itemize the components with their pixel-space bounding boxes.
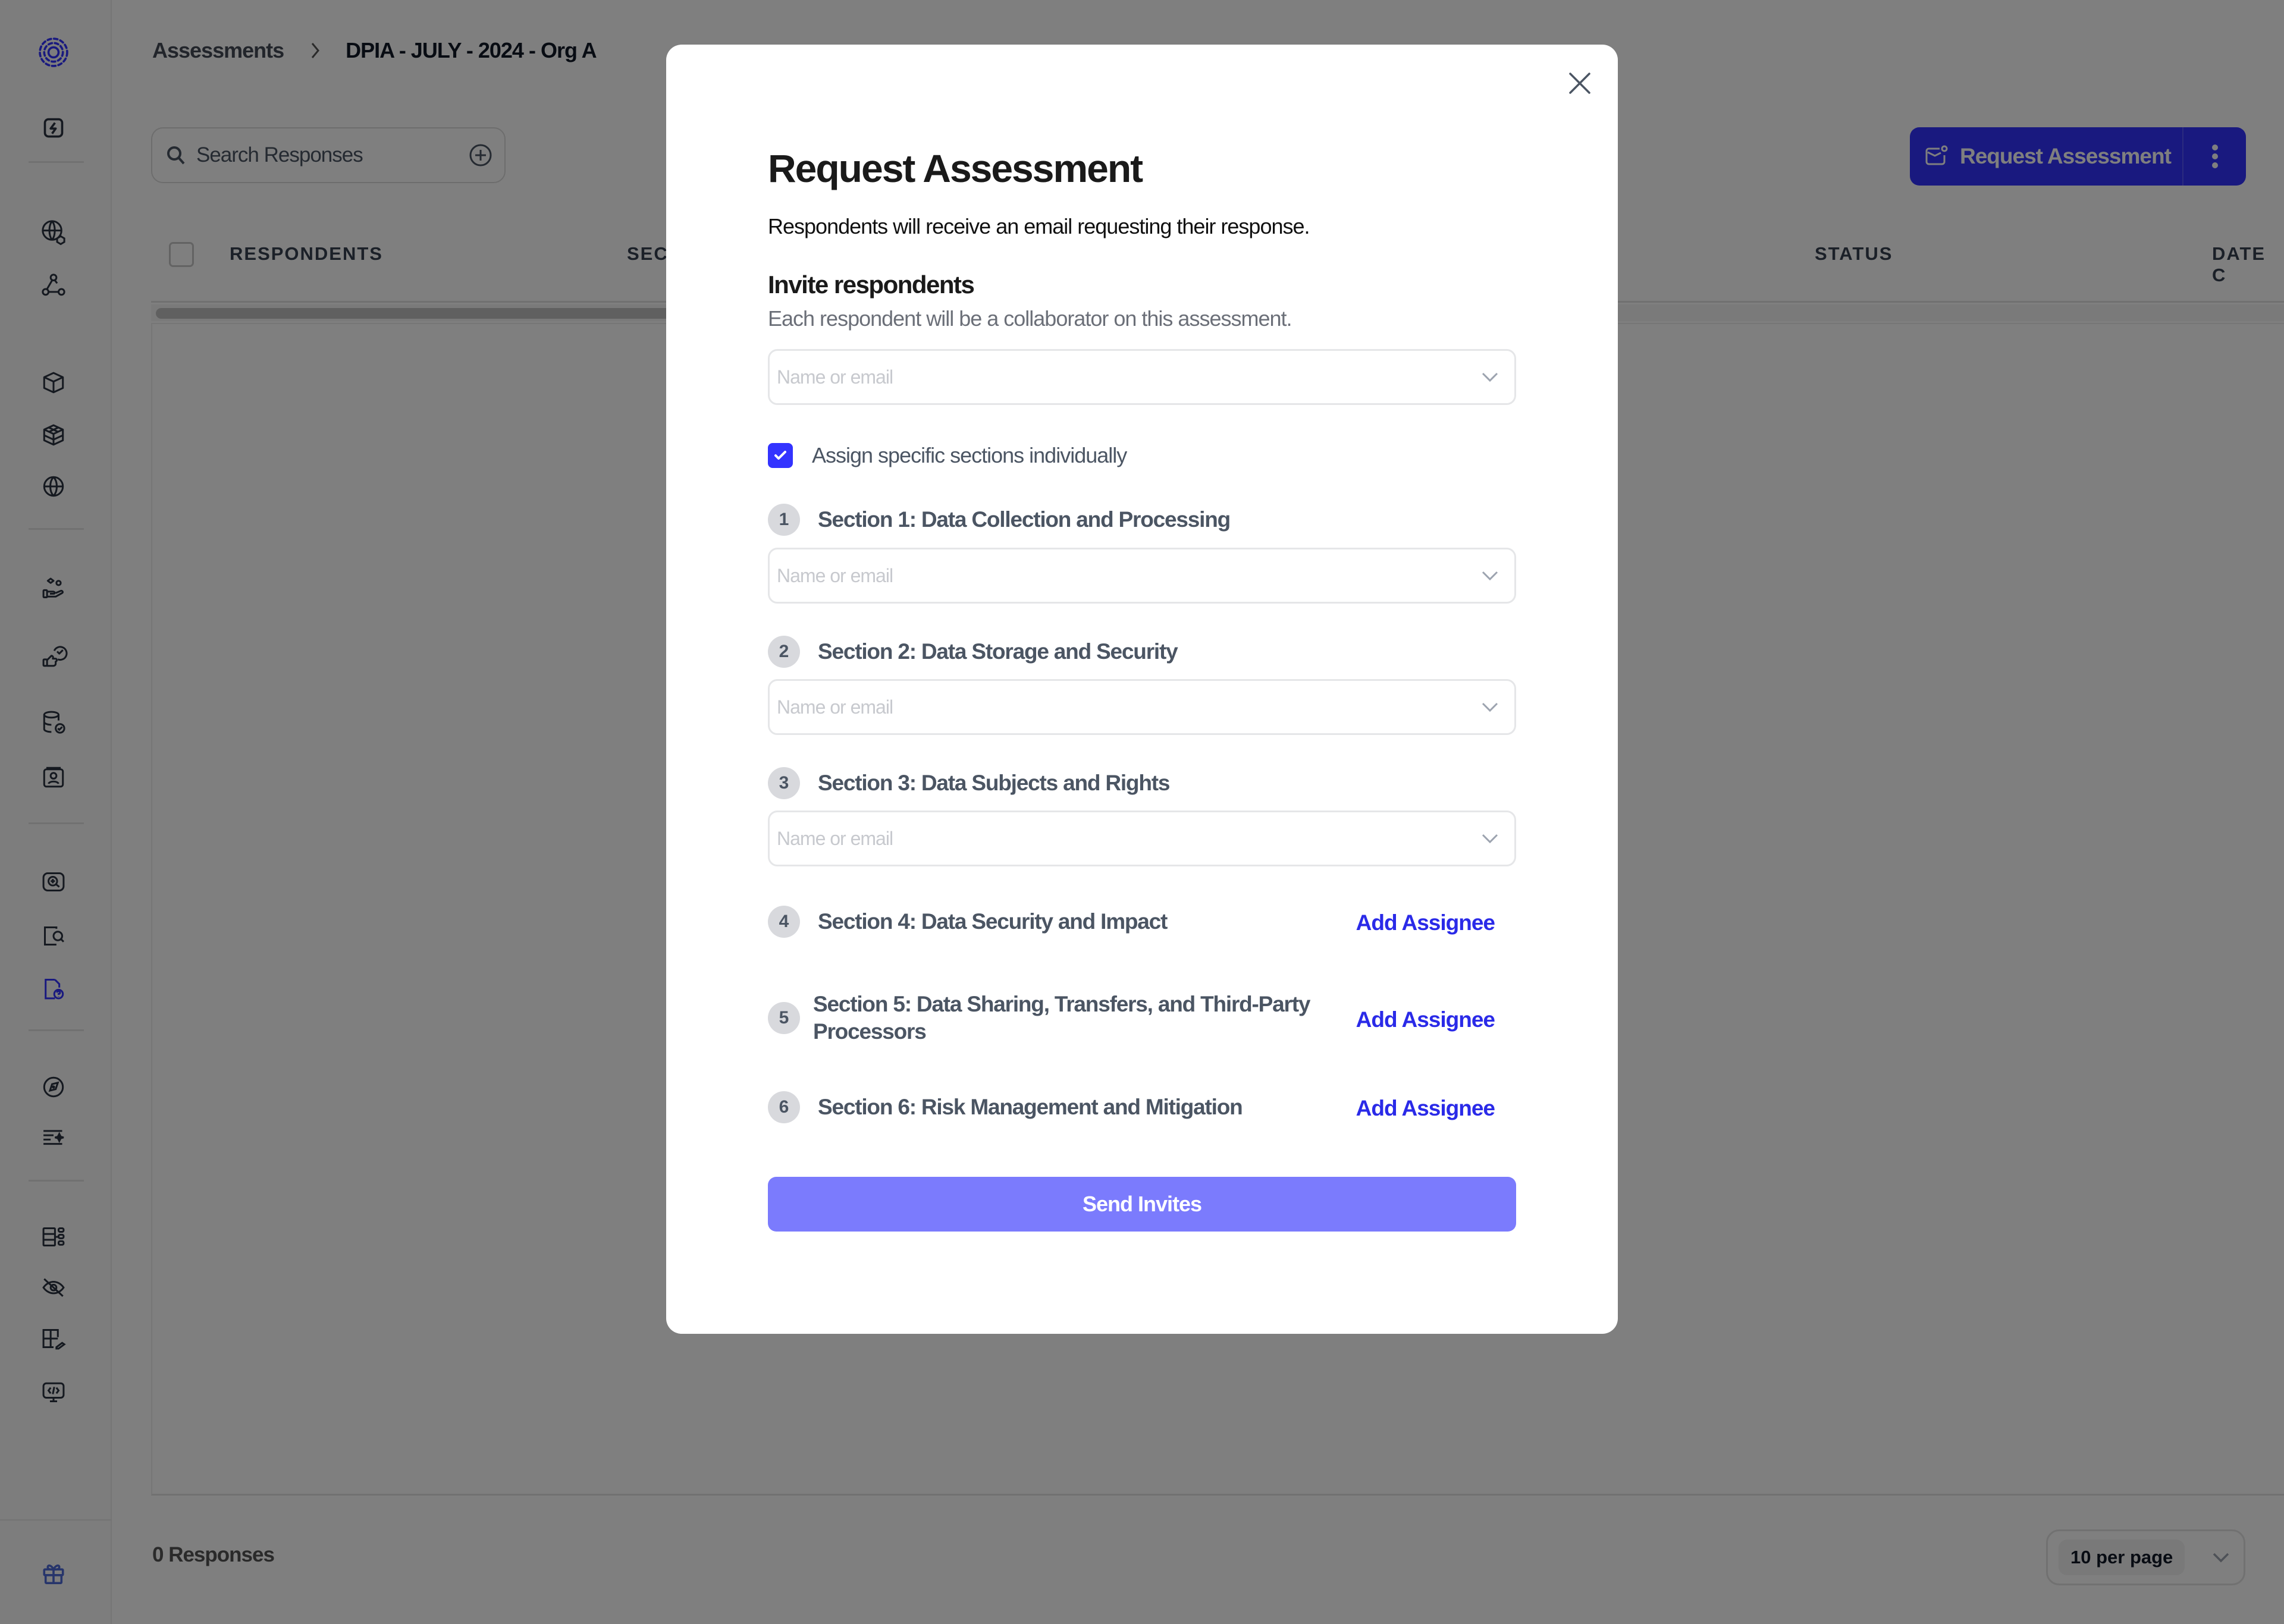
invite-help-text: Each respondent will be a collaborator o… [768, 306, 1292, 331]
section-number-badge: 3 [768, 767, 800, 799]
section-2-assignee-select[interactable]: Name or email [768, 679, 1516, 735]
section-row: 5 Section 5: Data Sharing, Transfers, an… [768, 991, 1516, 1045]
section-row: 3 Section 3: Data Subjects and Rights [768, 767, 1516, 799]
add-assignee-link[interactable]: Add Assignee [1356, 1096, 1495, 1121]
section-title: Section 6: Risk Management and Mitigatio… [818, 1095, 1243, 1119]
assign-individually-row[interactable]: Assign specific sections individually [768, 443, 1127, 468]
section-3-placeholder: Name or email [777, 827, 893, 849]
invite-heading: Invite respondents [768, 271, 975, 299]
section-title: Section 1: Data Collection and Processin… [818, 507, 1231, 532]
section-number-badge: 2 [768, 636, 800, 668]
section-title: Section 3: Data Subjects and Rights [818, 771, 1170, 795]
section-number-badge: 6 [768, 1091, 800, 1123]
chevron-down-icon [1482, 571, 1498, 581]
invite-respondents-placeholder: Name or email [777, 366, 893, 388]
section-title: Section 2: Data Storage and Security [818, 639, 1178, 664]
chevron-down-icon [1482, 372, 1498, 382]
section-row: 2 Section 2: Data Storage and Security [768, 636, 1516, 668]
section-number-badge: 5 [768, 1002, 800, 1034]
invite-respondents-select[interactable]: Name or email [768, 349, 1516, 405]
chevron-down-icon [1482, 702, 1498, 712]
section-row: 1 Section 1: Data Collection and Process… [768, 504, 1516, 536]
section-title: Section 5: Data Sharing, Transfers, and … [813, 992, 1310, 1044]
section-row: 6 Section 6: Risk Management and Mitigat… [768, 1091, 1516, 1123]
section-1-placeholder: Name or email [777, 564, 893, 586]
close-icon[interactable] [1567, 71, 1592, 96]
add-assignee-link[interactable]: Add Assignee [1356, 910, 1495, 935]
assign-individually-label: Assign specific sections individually [812, 443, 1127, 467]
send-invites-button[interactable]: Send Invites [768, 1177, 1516, 1232]
add-assignee-link[interactable]: Add Assignee [1356, 1007, 1495, 1032]
section-row: 4 Section 4: Data Security and Impact Ad… [768, 906, 1516, 938]
checkmark-icon [774, 451, 786, 460]
dialog-title: Request Assessment [768, 146, 1143, 190]
section-1-assignee-select[interactable]: Name or email [768, 548, 1516, 604]
request-assessment-dialog: Request Assessment Respondents will rece… [666, 45, 1618, 1334]
assign-individually-checkbox[interactable] [768, 443, 793, 468]
section-number-badge: 1 [768, 504, 800, 536]
section-title: Section 4: Data Security and Impact [818, 909, 1168, 934]
dialog-subtitle: Respondents will receive an email reques… [768, 214, 1310, 238]
section-3-assignee-select[interactable]: Name or email [768, 811, 1516, 866]
section-number-badge: 4 [768, 906, 800, 938]
chevron-down-icon [1482, 834, 1498, 844]
section-2-placeholder: Name or email [777, 696, 893, 718]
